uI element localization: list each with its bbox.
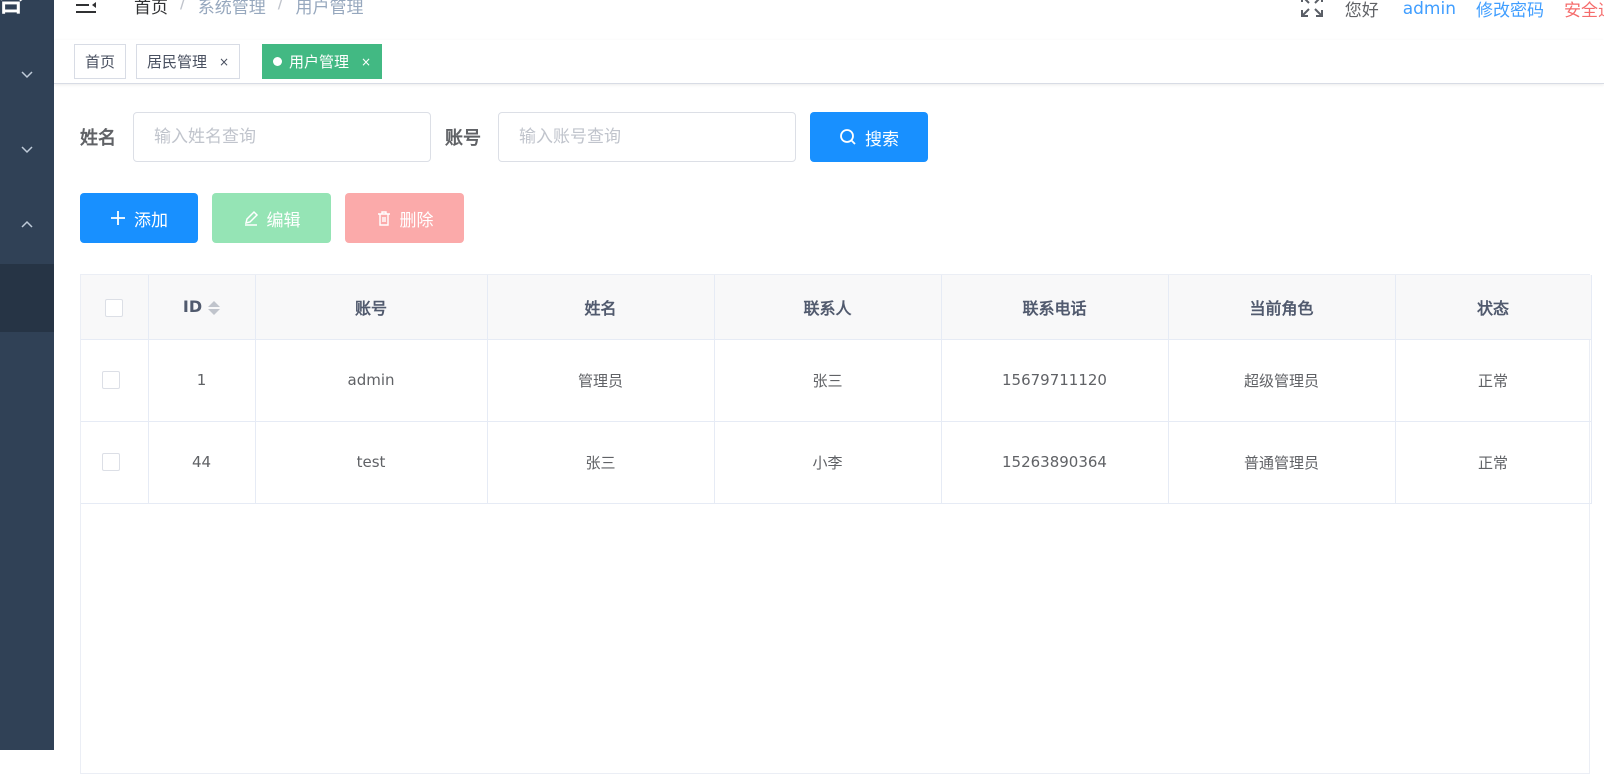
cell-phone: 15263890364 [941,421,1169,504]
row-select-cell [81,339,149,422]
edit-button[interactable]: 编辑 [212,193,331,243]
column-header-status: 状态 [1395,275,1592,340]
search-form: 姓名 账号 搜索 [80,112,928,162]
breadcrumb-home[interactable]: 首页 [134,0,168,18]
trash-icon [377,211,390,226]
cell-id: 1 [148,339,256,422]
close-icon[interactable]: × [219,55,229,69]
sidebar-menu-item-3[interactable] [0,205,54,245]
column-header-label: ID [182,297,203,317]
cell-contact: 小李 [714,421,942,504]
breadcrumb-separator: / [180,0,186,13]
plus-icon [111,211,125,225]
cell-name: 管理员 [487,339,715,422]
chevron-down-icon [21,146,33,154]
cell-account: test [255,421,488,504]
table-row[interactable]: 1 admin 管理员 张三 15679711120 超级管理员 正常 [81,339,1592,422]
table-row[interactable]: 44 test 张三 小李 15263890364 普通管理员 正常 [81,421,1592,504]
add-button[interactable]: 添加 [80,193,198,243]
cell-id: 44 [148,421,256,504]
column-header-contact: 联系人 [714,275,942,340]
column-header-phone: 联系电话 [941,275,1169,340]
greeting-text: 您好 [1344,1,1379,21]
cell-role: 超级管理员 [1168,339,1396,422]
cell-account: admin [255,339,488,422]
toolbar: 添加 编辑 删除 [80,193,464,243]
hamburger-button[interactable] [76,0,98,21]
name-label: 姓名 [80,128,116,149]
search-icon [840,129,856,145]
cell-role: 普通管理员 [1168,421,1396,504]
main-area: 首页 / 系统管理 / 用户管理 您好 admin 修改密码 安全退出 首页 [54,0,1604,774]
username-link[interactable]: admin [1403,0,1456,19]
navbar-right: 您好 admin 修改密码 安全退出 [1299,0,1604,24]
tag-label: 居民管理 [147,53,208,71]
tag-label: 首页 [85,53,116,71]
breadcrumb-separator: / [277,0,284,13]
breadcrumb: 首页 / 系统管理 / 用户管理 [134,0,363,18]
menu-fold-icon [76,2,96,13]
sidebar-menu-item-2[interactable] [0,129,54,169]
cell-phone: 15679711120 [941,339,1169,422]
sidebar: 台 [0,0,54,750]
tag-label: 用户管理 [289,53,350,71]
close-icon[interactable]: × [361,55,371,69]
chevron-up-icon [21,220,33,228]
breadcrumb-current: 用户管理 [295,0,364,18]
logo-title: 台 [0,0,25,18]
delete-button[interactable]: 删除 [345,193,464,243]
user-table: ID 账号 姓名 联系人 联系电话 当前角色 状态 1 admin 管理员 张三… [80,274,1592,774]
row-checkbox[interactable] [102,453,120,472]
edit-button-label: 编辑 [266,210,301,231]
column-header-account: 账号 [255,275,488,340]
edit-icon [244,210,258,226]
tag-home[interactable]: 首页 [74,44,127,79]
tag-users[interactable]: 用户管理 × [262,44,383,79]
search-button[interactable]: 搜索 [810,112,928,162]
column-header-role: 当前角色 [1168,275,1396,340]
cell-status: 正常 [1395,339,1592,422]
select-all-cell [81,275,149,340]
column-header-id[interactable]: ID [148,275,256,340]
account-search-input[interactable] [498,112,796,162]
row-select-cell [81,421,149,504]
account-label: 账号 [445,128,481,149]
cell-contact: 张三 [714,339,942,422]
row-checkbox[interactable] [102,371,120,390]
cell-status: 正常 [1395,421,1592,504]
active-dot-icon [273,57,282,66]
cell-name: 张三 [487,421,715,504]
add-button-label: 添加 [134,210,168,231]
fullscreen-icon [1300,0,1323,17]
column-header-name: 姓名 [487,275,715,340]
delete-button-label: 删除 [399,210,434,231]
search-button-label: 搜索 [865,129,899,150]
logout-link[interactable]: 安全退出 [1564,0,1604,21]
breadcrumb-system: 系统管理 [197,0,266,18]
tag-residents[interactable]: 居民管理 × [136,44,241,79]
name-search-input[interactable] [133,112,431,162]
select-all-checkbox[interactable] [105,298,124,317]
fullscreen-button[interactable] [1299,0,1325,24]
tags-view: 首页 居民管理 × 用户管理 × [54,40,1604,84]
change-password-link[interactable]: 修改密码 [1476,0,1544,21]
navbar: 首页 / 系统管理 / 用户管理 您好 admin 修改密码 安全退出 [54,0,1604,40]
table-header-row: ID 账号 姓名 联系人 联系电话 当前角色 状态 [81,275,1592,340]
sort-icon[interactable] [208,300,221,315]
chevron-down-icon [21,71,33,79]
sidebar-menu-item-1[interactable] [0,54,54,94]
sidebar-submenu-item-active[interactable] [0,264,54,332]
